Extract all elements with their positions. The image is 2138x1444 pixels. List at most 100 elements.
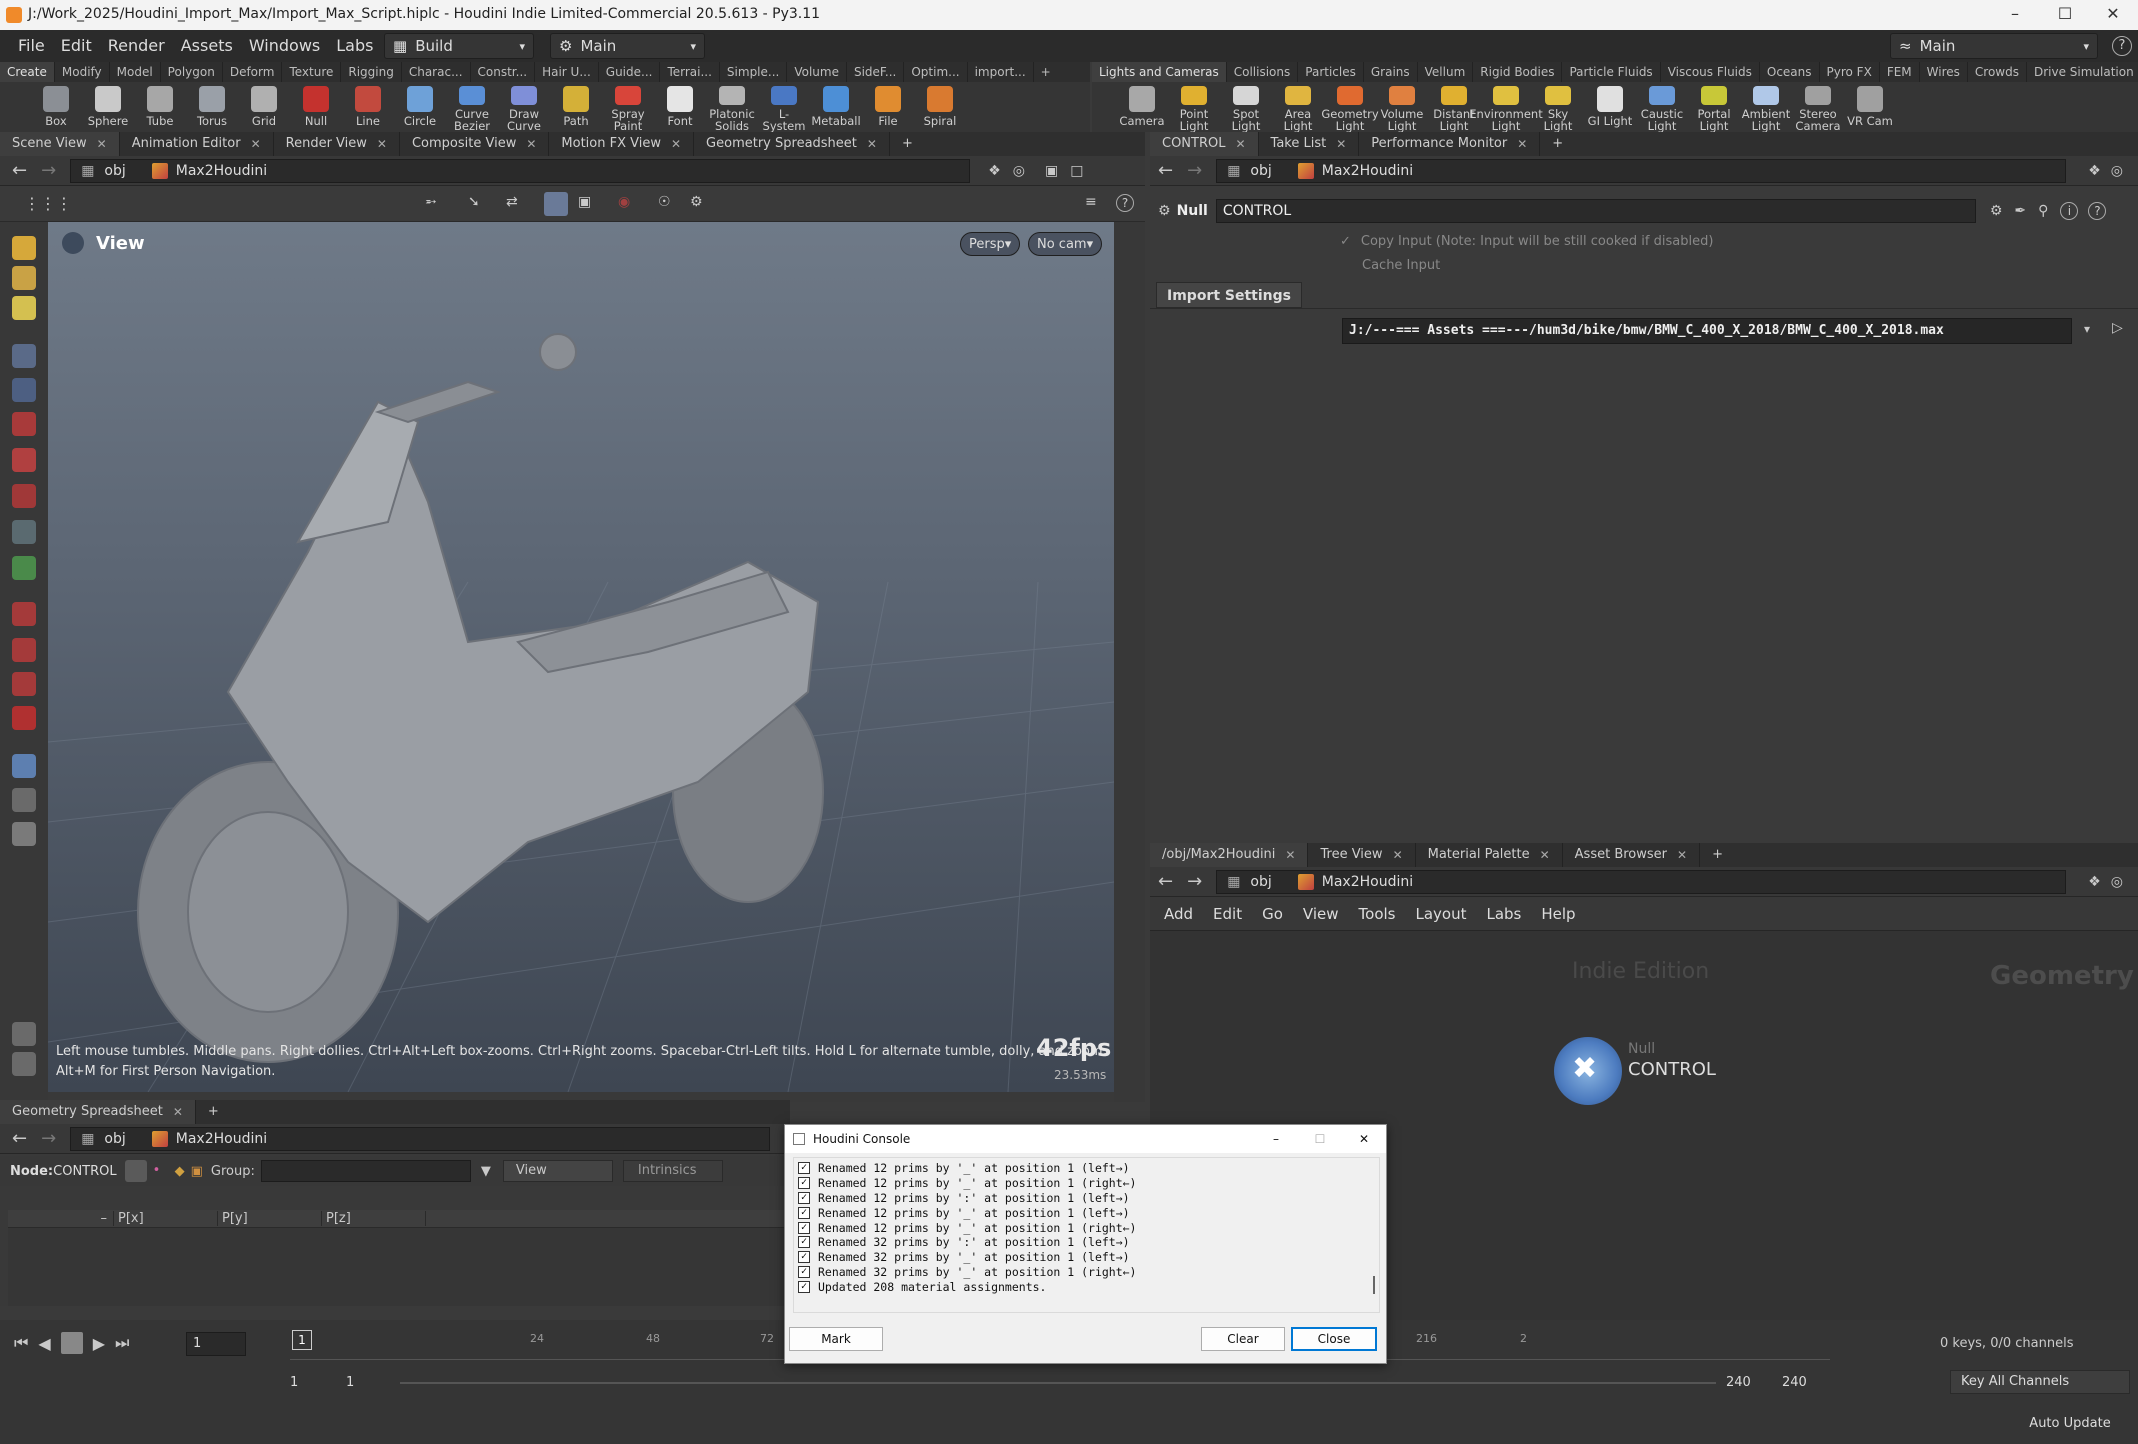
shelf-tab-pyro-fx[interactable]: Pyro FX	[1820, 62, 1880, 82]
context-select[interactable]: ⚙ Main ▾	[550, 33, 705, 59]
tool-portal-light[interactable]: Portal Light	[1688, 82, 1740, 132]
handle-icon[interactable]: ➵	[425, 194, 437, 210]
shelf-tab-volume[interactable]: Volume	[787, 62, 847, 82]
transform-icon[interactable]: ⇄	[506, 194, 518, 210]
snap-magnet-icon[interactable]	[12, 706, 36, 730]
pin-icon[interactable]: ❖	[2088, 163, 2101, 179]
minimize-button[interactable]: –	[1990, 0, 2040, 30]
maximize-button[interactable]: ☐	[2040, 0, 2090, 30]
shelf-tab-viscous-fluids[interactable]: Viscous Fluids	[1661, 62, 1760, 82]
prims-icon[interactable]: ◆	[175, 1164, 185, 1179]
back-arrow-icon[interactable]: ←	[12, 160, 27, 181]
forward-arrow-icon[interactable]: →	[1187, 871, 1202, 892]
shelf-tab-guide[interactable]: Guide...	[599, 62, 661, 82]
end-frame-field[interactable]: 240	[1726, 1372, 1776, 1394]
layout-icon[interactable]: ▣	[1045, 163, 1058, 179]
pose-tool-icon[interactable]	[12, 520, 36, 544]
tab-performance-monitor[interactable]: Performance Monitor ✕	[1359, 132, 1541, 156]
tab-material-palette[interactable]: Material Palette ✕	[1416, 843, 1563, 867]
persp-menu[interactable]: Persp ▾	[960, 232, 1021, 256]
menu-item-render[interactable]: Render	[100, 30, 173, 62]
toolbar-menu-icon[interactable]: ≡	[1085, 194, 1097, 210]
shelf-tab-drive-simulation[interactable]: Drive Simulation	[2027, 62, 2138, 82]
console-output[interactable]: ✓ Renamed 12 prims by '_' at position 1 (…	[793, 1157, 1380, 1313]
tab-scene-view[interactable]: Scene View ✕	[0, 132, 120, 156]
network-menu-edit[interactable]: Edit	[1213, 905, 1242, 923]
network-menu-help[interactable]: Help	[1541, 905, 1575, 923]
viewport-help-icon[interactable]: ?	[1116, 194, 1134, 212]
shelf-tab-rigid-bodies[interactable]: Rigid Bodies	[1473, 62, 1563, 82]
range-bar[interactable]	[400, 1382, 1716, 1384]
shelf-tab-vellum[interactable]: Vellum	[1418, 62, 1474, 82]
tool-point-light[interactable]: Point Light	[1168, 82, 1220, 132]
select-group-icon[interactable]	[12, 266, 36, 290]
tool-camera[interactable]: Camera	[1116, 82, 1168, 132]
edit-pencil-icon[interactable]	[12, 1022, 36, 1046]
tab-geometry-spreadsheet[interactable]: Geometry Spreadsheet ✕	[694, 132, 890, 156]
close-tab-icon[interactable]: ✕	[1235, 132, 1245, 156]
add-tab-icon[interactable]: +	[1700, 843, 1735, 867]
lamp-icon[interactable]	[12, 822, 36, 846]
shelf-tab-crowds[interactable]: Crowds	[1968, 62, 2027, 82]
shelf-tab-sidef[interactable]: SideF...	[847, 62, 905, 82]
shelf-tab-particles[interactable]: Particles	[1298, 62, 1364, 82]
settings-gear-icon[interactable]: ⚙	[1990, 203, 2003, 219]
tool-torus[interactable]: Torus	[186, 82, 238, 132]
shelf-tab-particle-fluids[interactable]: Particle Fluids	[1562, 62, 1661, 82]
link-icon[interactable]: ◎	[2111, 163, 2123, 179]
auto-update-button[interactable]: Auto Update	[2010, 1412, 2130, 1436]
tab-asset-browser[interactable]: Asset Browser ✕	[1563, 843, 1701, 867]
filter-icon[interactable]: ▼	[481, 1164, 491, 1179]
brush-icon[interactable]: ✒	[2014, 203, 2026, 219]
link-icon[interactable]: ◎	[2111, 874, 2123, 890]
link-icon[interactable]: ◎	[1013, 163, 1025, 179]
node-name-field[interactable]: CONTROL	[1215, 199, 1976, 223]
param-path-field[interactable]: ▦ obj Max2Houdini	[1216, 158, 2067, 183]
shelf-tab-oceans[interactable]: Oceans	[1760, 62, 1820, 82]
tab-animation-editor[interactable]: Animation Editor ✕	[120, 132, 274, 156]
info-icon[interactable]: i	[2060, 202, 2079, 220]
network-menu-layout[interactable]: Layout	[1415, 905, 1466, 923]
shelf-tab-deform[interactable]: Deform	[223, 62, 283, 82]
load-file-field[interactable]: J:/---=== Assets ===---/hum3d/bike/bmw/B…	[1342, 318, 2072, 344]
shelf-tab-hair-u[interactable]: Hair U...	[535, 62, 599, 82]
display-icon[interactable]: ▣	[578, 194, 591, 210]
close-tab-icon[interactable]: ✕	[377, 132, 387, 156]
add-tab-icon[interactable]: +	[196, 1100, 231, 1124]
shelf-tab-grains[interactable]: Grains	[1364, 62, 1418, 82]
console-scrollbar[interactable]	[1373, 1276, 1375, 1294]
right-context-select[interactable]: ≈ Main ▾	[1890, 33, 2098, 59]
single-view-icon[interactable]: □	[1070, 163, 1083, 179]
step-back-icon[interactable]: ◀	[38, 1334, 50, 1353]
shelf-tab-rigging[interactable]: Rigging	[341, 62, 402, 82]
menu-item-edit[interactable]: Edit	[53, 30, 100, 62]
close-button[interactable]: Close	[1291, 1327, 1377, 1351]
shelf-tab-optim[interactable]: Optim...	[904, 62, 968, 82]
tool-font[interactable]: Font	[654, 82, 706, 132]
pin-icon[interactable]: ❖	[2088, 874, 2101, 890]
tab-composite-view[interactable]: Composite View ✕	[400, 132, 550, 156]
tool-path[interactable]: Path	[550, 82, 602, 132]
tool-tube[interactable]: Tube	[134, 82, 186, 132]
close-tab-icon[interactable]: ✕	[867, 132, 877, 156]
select-tool-icon[interactable]	[12, 236, 36, 260]
menu-item-labs[interactable]: Labs	[328, 30, 381, 62]
close-window-button[interactable]: ✕	[2088, 0, 2138, 30]
intrinsics-button[interactable]: Intrinsics	[622, 1160, 723, 1182]
view-button[interactable]: View	[502, 1160, 613, 1182]
viewport-3d[interactable]: View Persp ▾ No cam ▾ Left mouse tumbles. …	[48, 222, 1114, 1092]
network-path-field[interactable]: ▦ obj Max2Houdini	[1216, 869, 2067, 894]
tool-spray-paint[interactable]: Spray Paint	[602, 82, 654, 132]
move-tool-icon[interactable]	[12, 412, 36, 436]
tool-grid[interactable]: Grid	[238, 82, 290, 132]
shelf-tab-fem[interactable]: FEM	[1880, 62, 1920, 82]
back-arrow-icon[interactable]: ←	[12, 1128, 27, 1149]
mark-button[interactable]: Mark	[789, 1327, 883, 1351]
search-icon[interactable]: ⚲	[2038, 203, 2048, 219]
shelf-tab-terrai[interactable]: Terrai...	[660, 62, 720, 82]
spreadsheet-path-field[interactable]: ▦ obj Max2Houdini	[70, 1126, 771, 1151]
points-icon[interactable]	[124, 1160, 147, 1182]
detail-icon[interactable]: ▣	[191, 1164, 203, 1179]
shelf-tab-polygon[interactable]: Polygon	[161, 62, 223, 82]
close-tab-icon[interactable]: ✕	[173, 1100, 183, 1124]
